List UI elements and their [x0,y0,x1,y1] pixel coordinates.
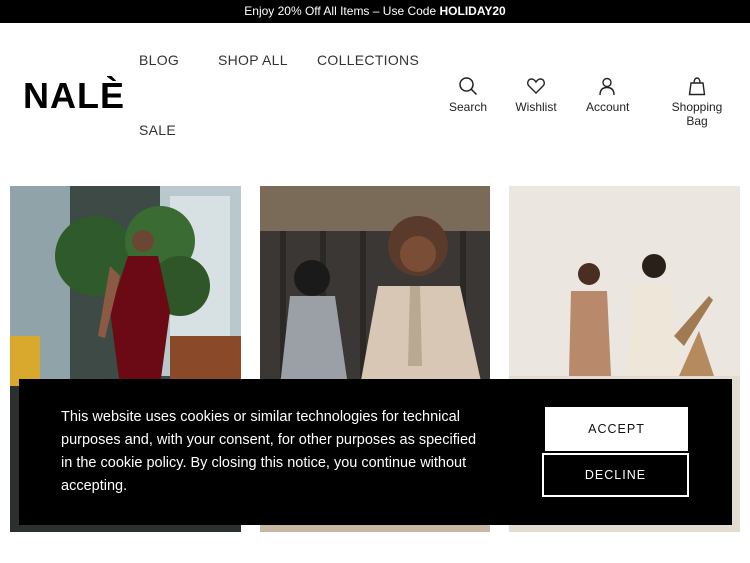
brand-logo[interactable]: NALÈ [23,76,125,116]
nav-sale[interactable]: SALE [139,122,176,138]
account-label: Account [586,100,630,114]
cookie-message: This website uses cookies or similar tec… [61,409,477,494]
wishlist-button[interactable]: Wishlist [515,76,557,114]
bag-icon [688,77,706,96]
heart-icon [527,78,545,94]
account-button[interactable]: Account [586,76,630,114]
shopping-bag-label: Shopping Bag [671,100,723,128]
search-label: Search [449,100,488,114]
promo-banner: Enjoy 20% Off All Items – Use Code HOLID… [0,0,750,23]
wishlist-label: Wishlist [515,100,557,114]
promo-text: Enjoy 20% Off All Items – Use Code [244,4,440,18]
nav-collections[interactable]: COLLECTIONS [317,52,419,68]
search-button[interactable]: Search [449,76,487,114]
nav-shop-all[interactable]: SHOP ALL [218,52,288,68]
decline-button[interactable]: DECLINE [542,453,689,497]
promo-code: HOLIDAY20 [439,4,506,18]
search-icon [459,77,478,96]
accept-button[interactable]: ACCEPT [545,407,688,451]
user-icon [599,77,615,96]
shopping-bag-button[interactable]: Shopping Bag [661,76,733,128]
nav-blog[interactable]: BLOG [139,52,179,68]
cookie-banner: This website uses cookies or similar tec… [19,379,732,525]
